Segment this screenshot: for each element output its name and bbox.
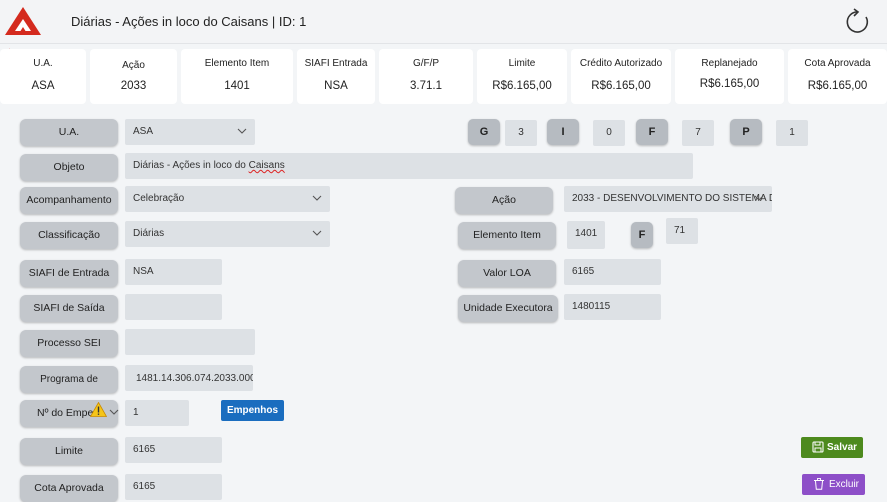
summary-card-siafi-entrada: SIAFI Entrada NSA — [297, 49, 375, 104]
summary-label: Crédito Autorizado — [579, 58, 663, 69]
top-bar: Diárias - Ações in loco do Caisans | ID:… — [0, 0, 887, 44]
acao-select[interactable]: 2033 - DESENVOLVIMENTO DO SISTEMA DE — [564, 186, 772, 212]
summary-card-elemento-item: Elemento Item 1401 — [181, 49, 293, 104]
summary-label: Replanejado — [701, 58, 758, 69]
summary-card-cota-aprovada: Cota Aprovada R$6.165,00 — [788, 49, 887, 104]
ua-select-value: ASA — [133, 126, 154, 137]
programa-trabalho-input[interactable]: 1481.14.306.074.2033.000 — [125, 365, 253, 391]
summary-card-credito-autorizado: Crédito Autorizado R$6.165,00 — [571, 49, 671, 104]
summary-label: Cota Aprovada — [804, 58, 871, 69]
summary-card-ua: U.A. ASA — [0, 49, 86, 104]
elemento-item-label: Elemento Item — [458, 222, 556, 249]
summary-value: 3.71.1 — [410, 80, 442, 92]
summary-card-acao: Ação 2033 — [90, 49, 177, 104]
objeto-label: Objeto — [20, 154, 118, 181]
save-button[interactable]: Salvar — [801, 437, 863, 458]
delete-button[interactable]: Excluir — [802, 474, 865, 495]
num-empenho-input[interactable]: 1 — [125, 400, 189, 426]
summary-label: G/F/P — [412, 58, 440, 69]
ua-label: U.A. — [20, 119, 118, 146]
unidade-executora-input[interactable]: 1480115 — [564, 294, 661, 320]
elemento-f-button[interactable]: F — [631, 222, 653, 248]
save-icon — [812, 441, 824, 453]
chevron-down-icon — [109, 409, 119, 415]
i-value[interactable]: 0 — [593, 120, 625, 146]
summary-value: 1401 — [224, 80, 250, 92]
chevron-down-icon — [237, 128, 247, 134]
chevron-down-icon — [312, 195, 322, 201]
cota-aprovada-label: Cota Aprovada — [20, 475, 118, 502]
chevron-down-icon — [754, 195, 764, 201]
summary-value: R$6.165,00 — [492, 80, 552, 92]
summary-value: R$6.165,00 — [591, 80, 651, 92]
elemento-item-input[interactable]: 1401 — [567, 221, 605, 249]
f-value[interactable]: 7 — [682, 120, 714, 146]
refresh-icon[interactable] — [844, 8, 872, 36]
processo-sei-input[interactable] — [125, 329, 255, 355]
cota-aprovada-input[interactable]: 6165 — [125, 474, 222, 500]
summary-label: U.A. — [33, 58, 53, 69]
summary-value: NSA — [324, 80, 348, 92]
programa-trabalho-label: Programa de Trabalho — [20, 366, 118, 412]
unidade-executora-label: Unidade Executora — [458, 295, 558, 322]
summary-card-replanejado: Replanejado R$6.165,00 — [675, 49, 784, 104]
objeto-text: Diárias - Ações in loco do — [133, 160, 249, 171]
classificacao-label: Classificação — [20, 222, 118, 249]
summary-value: R$6.165,00 — [807, 80, 868, 92]
empenhos-button[interactable]: Empenhos — [221, 400, 284, 421]
p-value[interactable]: 1 — [776, 120, 808, 146]
valor-loa-label: Valor LOA — [458, 260, 556, 287]
delete-label: Excluir — [829, 479, 860, 490]
summary-card-limite: Limite R$6.165,00 — [477, 49, 567, 104]
summary-value: 2033 — [120, 80, 147, 92]
warning-icon — [90, 402, 107, 417]
g-value[interactable]: 3 — [505, 120, 537, 146]
acompanhamento-label: Acompanhamento — [20, 187, 118, 214]
acao-label: Ação — [455, 187, 553, 214]
page-title: Diárias - Ações in loco do Caisans | ID:… — [71, 14, 307, 29]
acao-value: 2033 - DESENVOLVIMENTO DO SISTEMA DE — [572, 193, 772, 204]
acompanhamento-value: Celebração — [133, 193, 185, 204]
summary-value: ASA — [31, 80, 55, 92]
classificacao-select[interactable]: Diárias — [125, 221, 330, 247]
siafi-entrada-label: SIAFI de Entrada — [20, 260, 118, 287]
limite-label: Limite — [20, 438, 118, 465]
trash-icon — [814, 478, 824, 490]
siafi-saida-label: SIAFI de Saída — [20, 295, 118, 322]
summary-value: R$6.165,00 — [699, 78, 760, 90]
i-button[interactable]: I — [547, 119, 579, 145]
processo-sei-label: Processo SEI — [20, 330, 118, 357]
chevron-down-icon — [312, 230, 322, 236]
f-button[interactable]: F — [636, 119, 668, 145]
objeto-input[interactable]: Diárias - Ações in loco do Caisans — [125, 153, 693, 179]
siafi-saida-input[interactable] — [125, 294, 222, 320]
limite-input[interactable]: 6165 — [125, 437, 222, 463]
summary-label: Elemento Item — [204, 58, 270, 69]
elemento-f-value[interactable]: 71 — [666, 218, 698, 244]
save-label: Salvar — [827, 442, 858, 453]
acompanhamento-select[interactable]: Celebração — [125, 186, 330, 212]
ua-select[interactable]: ASA — [125, 119, 255, 145]
siafi-entrada-input[interactable]: NSA — [125, 259, 222, 285]
g-button[interactable]: G — [468, 119, 500, 145]
summary-label: SIAFI Entrada — [304, 58, 368, 69]
summary-label: Ação — [122, 60, 145, 71]
objeto-text-misspelled: Caisans — [248, 160, 285, 171]
summary-card-gfp: G/F/P 3.71.1 — [379, 49, 473, 104]
summary-label: Limite — [508, 58, 536, 69]
summary-bar: U.A. ASA Ação 2033 Elemento Item 1401 SI… — [0, 49, 887, 104]
num-empenho-select[interactable]: Nº do Empen — [20, 400, 119, 427]
classificacao-value: Diárias — [133, 228, 165, 239]
app-logo — [5, 7, 41, 35]
p-button[interactable]: P — [730, 119, 762, 145]
valor-loa-input[interactable]: 6165 — [564, 259, 661, 285]
